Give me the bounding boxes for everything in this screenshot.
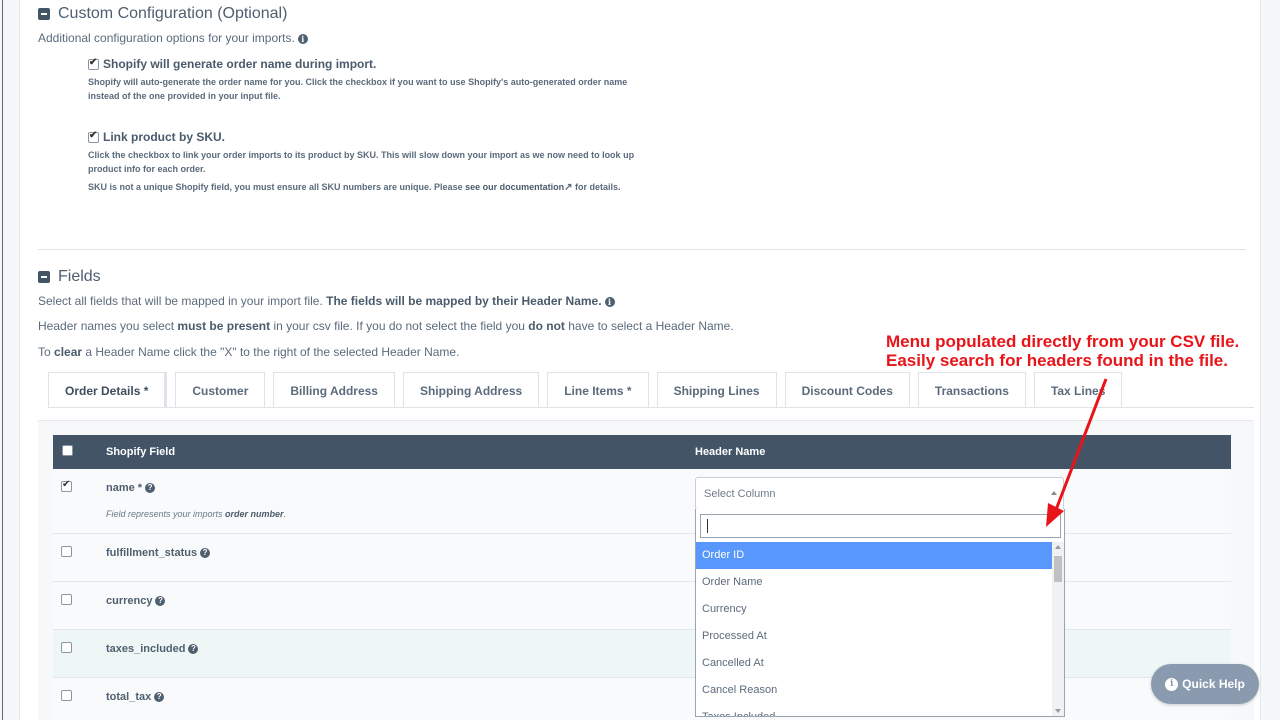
dropdown-scrollbar[interactable] <box>1052 542 1064 716</box>
fields-title: Fields <box>58 268 101 285</box>
option-cancelled-at[interactable]: Cancelled At <box>696 650 1052 677</box>
t: have to select a Header Name. <box>564 319 734 333</box>
field-name: total_tax? <box>106 691 165 703</box>
scroll-down-icon[interactable] <box>1055 709 1061 713</box>
help-icon[interactable]: ? <box>145 483 156 494</box>
text-cursor <box>707 519 708 533</box>
help-icon[interactable]: ? <box>188 644 199 655</box>
help-icon[interactable]: ? <box>155 596 166 607</box>
field-name-text: name * <box>106 482 143 494</box>
section-divider <box>38 249 1246 250</box>
fields-line1-bold: The fields will be mapped by their Heade… <box>326 294 602 308</box>
scroll-up-icon[interactable] <box>1055 545 1061 549</box>
link-by-sku-label: Link product by SKU. <box>103 130 226 144</box>
dropdown-search-input[interactable] <box>700 514 1061 538</box>
t: do not <box>528 319 565 333</box>
row-checkbox[interactable] <box>61 690 72 701</box>
field-name-text: currency <box>106 595 153 607</box>
field-name: fulfillment_status? <box>106 547 211 559</box>
t: a Header Name click the "X" to the right… <box>82 345 460 359</box>
custom-config-header[interactable]: Custom Configuration (Optional) <box>38 5 287 23</box>
tab-customer[interactable]: Customer <box>175 372 266 408</box>
t: . <box>283 509 287 519</box>
option-link-by-sku: Link product by SKU. Click the checkbox … <box>88 130 648 195</box>
fields-header[interactable]: Fields <box>38 268 101 286</box>
generate-order-name-label: Shopify will generate order name during … <box>103 57 377 71</box>
row-checkbox[interactable] <box>61 479 72 492</box>
scroll-thumb[interactable] <box>1054 556 1062 582</box>
t: To <box>38 345 55 359</box>
tab-order-details[interactable]: Order Details * <box>48 372 168 408</box>
field-name: taxes_included? <box>106 643 199 655</box>
sku-warning-suffix: for details. <box>572 182 621 192</box>
collapse-icon[interactable] <box>38 8 50 20</box>
custom-config-subtitle: Additional configuration options for you… <box>38 31 308 45</box>
link-by-sku-checkbox[interactable] <box>88 130 99 143</box>
tab-billing-address[interactable]: Billing Address <box>273 372 395 408</box>
col-shopify-field: Shopify Field <box>106 446 176 458</box>
generate-order-name-checkbox[interactable] <box>88 57 99 70</box>
row-checkbox[interactable] <box>61 594 72 605</box>
t: Field represents your imports <box>106 509 226 519</box>
custom-config-title: Custom Configuration (Optional) <box>58 5 288 22</box>
info-icon[interactable]: i <box>297 33 308 44</box>
option-processed-at[interactable]: Processed At <box>696 623 1052 650</box>
quick-help-button[interactable]: i Quick Help <box>1151 664 1259 704</box>
left-edge <box>0 0 20 720</box>
select-dropdown: Order ID Order Name Currency Processed A… <box>695 509 1065 717</box>
sku-warning: SKU is not a unique Shopify field, you m… <box>88 180 648 195</box>
dropdown-options: Order ID Order Name Currency Processed A… <box>696 542 1052 716</box>
fields-line1-text: Select all fields that will be mapped in… <box>38 294 327 308</box>
tab-line-items[interactable]: Line Items * <box>547 372 649 408</box>
field-name-text: total_tax <box>106 691 152 703</box>
option-order-id[interactable]: Order ID <box>696 542 1052 569</box>
callout-line1: Menu populated directly from your CSV fi… <box>886 332 1240 351</box>
row-checkbox[interactable] <box>61 546 72 557</box>
callout-arrow-icon <box>1046 378 1108 527</box>
row-checkbox[interactable] <box>61 642 72 653</box>
option-currency[interactable]: Currency <box>696 596 1052 623</box>
col-header-name: Header Name <box>695 446 766 458</box>
option-taxes-included[interactable]: Taxes Included <box>696 704 1052 716</box>
fields-line2: Header names you select must be present … <box>38 319 734 333</box>
field-name: currency? <box>106 595 166 607</box>
header-name-select[interactable]: Select Column <box>695 477 1064 510</box>
help-icon[interactable]: ? <box>200 548 211 559</box>
field-name-text: fulfillment_status <box>106 547 198 559</box>
select-placeholder: Select Column <box>704 488 776 500</box>
fields-line3: To clear a Header Name click the "X" to … <box>38 345 459 359</box>
callout-annotation: Menu populated directly from your CSV fi… <box>886 332 1239 370</box>
tab-transactions[interactable]: Transactions <box>917 372 1026 408</box>
generate-order-name-desc: Shopify will auto-generate the order nam… <box>88 77 628 101</box>
right-edge <box>1260 0 1280 720</box>
option-order-name[interactable]: Order Name <box>696 569 1052 596</box>
field-name: name *? <box>106 482 156 494</box>
custom-config-subtitle-text: Additional configuration options for you… <box>38 31 295 45</box>
tab-shipping-address[interactable]: Shipping Address <box>402 372 540 408</box>
collapse-icon[interactable] <box>38 271 50 283</box>
t: clear <box>54 345 83 359</box>
tab-discount-codes[interactable]: Discount Codes <box>784 372 910 408</box>
t: must be present <box>177 319 271 333</box>
info-icon[interactable]: i <box>604 296 615 307</box>
app-frame: Custom Configuration (Optional) Addition… <box>0 0 1280 720</box>
field-name-text: taxes_included <box>106 643 186 655</box>
info-icon: i <box>1165 677 1179 691</box>
select-all-checkbox[interactable] <box>62 445 73 456</box>
option-cancel-reason[interactable]: Cancel Reason <box>696 677 1052 704</box>
documentation-link[interactable]: see our documentation <box>465 182 564 192</box>
t: in your csv file. If you do not select t… <box>270 319 529 333</box>
t: order number <box>225 509 284 519</box>
option-generate-order-name: Shopify will generate order name during … <box>88 57 648 103</box>
callout-line2: Easily search for headers found in the f… <box>886 351 1228 370</box>
link-by-sku-desc: Click the checkbox to link your order im… <box>88 150 635 174</box>
t: Header names you select <box>38 319 178 333</box>
field-note: Field represents your imports order numb… <box>106 509 286 519</box>
fields-line1: Select all fields that will be mapped in… <box>38 294 615 308</box>
field-tabs: Order Details * Customer Billing Address… <box>48 372 1123 408</box>
quick-help-label: Quick Help <box>1182 677 1245 691</box>
tab-shipping-lines[interactable]: Shipping Lines <box>656 372 777 408</box>
sku-warning-text: SKU is not a unique Shopify field, you m… <box>88 182 466 192</box>
help-icon[interactable]: ? <box>154 692 165 703</box>
